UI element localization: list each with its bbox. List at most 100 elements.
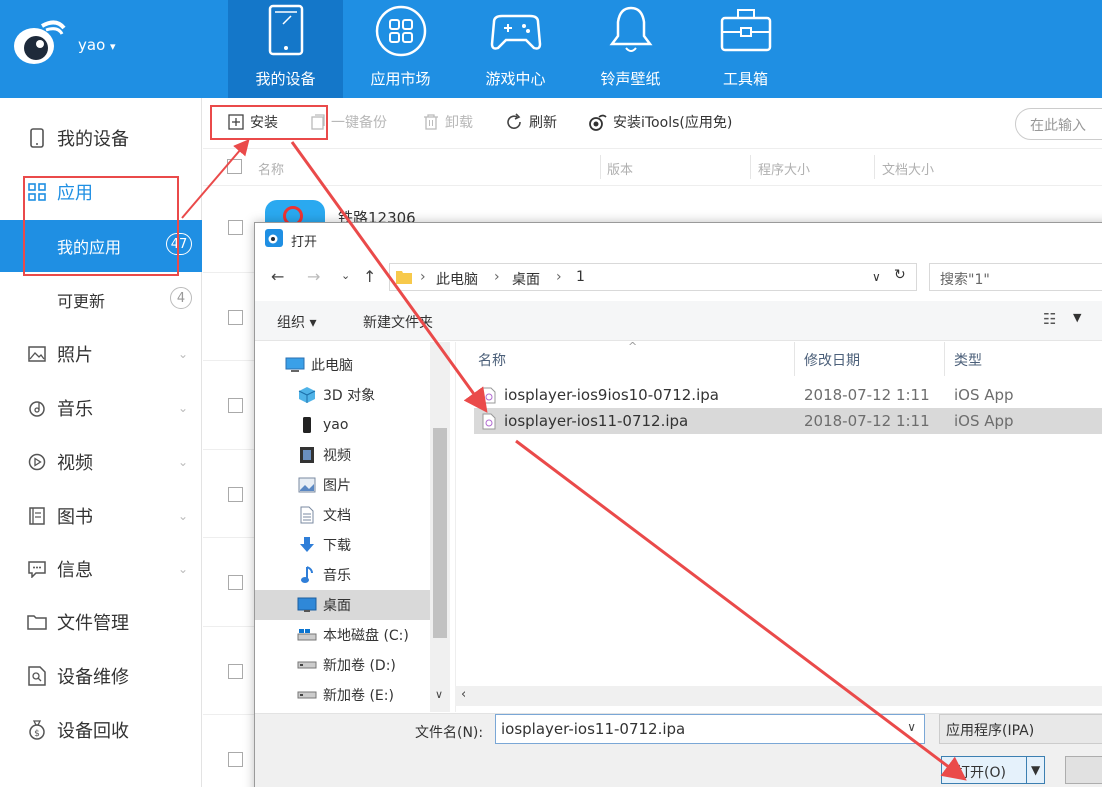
filename-input[interactable]: iosplayer-ios11-0712.ipa ∨: [495, 714, 925, 744]
row-checkbox[interactable]: [228, 575, 243, 590]
install-button[interactable]: 安装: [228, 112, 278, 132]
cancel-button[interactable]: [1065, 756, 1102, 784]
dropdown-arrow-icon[interactable]: ▼: [1031, 763, 1040, 777]
row-checkbox[interactable]: [228, 752, 243, 767]
sidebar-item-file-management[interactable]: 文件管理: [0, 598, 202, 646]
nav-toolbox[interactable]: 工具箱: [688, 0, 803, 98]
back-arrow-icon[interactable]: ←: [271, 267, 284, 286]
tree-item[interactable]: 视频: [255, 440, 430, 470]
sidebar-item-repair[interactable]: 设备维修: [0, 652, 202, 700]
sidebar-label: 我的应用: [57, 238, 122, 257]
sidebar-label: 应用: [57, 183, 93, 204]
view-options-icon[interactable]: ☷: [1043, 310, 1056, 328]
nav-app-market[interactable]: 应用市场: [343, 0, 458, 98]
uninstall-button[interactable]: 卸载: [423, 112, 473, 132]
column-header-name[interactable]: 名称: [258, 159, 284, 178]
computer-icon: [285, 357, 305, 373]
chevron-left-icon[interactable]: ‹: [461, 687, 466, 702]
sidebar-item-my-device[interactable]: 我的设备: [0, 114, 202, 162]
column-header-app-size[interactable]: 程序大小: [758, 159, 810, 178]
nav-game-center[interactable]: 游戏中心: [458, 0, 573, 98]
breadcrumb-desktop[interactable]: 桌面: [512, 269, 540, 289]
folder-icon: [396, 271, 412, 284]
tree-item[interactable]: 图片: [255, 470, 430, 500]
nav-label: 我的设备: [255, 70, 316, 88]
install-itools-button[interactable]: 安装iTools(应用免): [587, 112, 732, 132]
chevron-down-icon[interactable]: ∨: [435, 688, 443, 701]
filetype-select[interactable]: 应用程序(IPA): [939, 714, 1102, 744]
chevron-down-icon: ⌄: [177, 562, 188, 576]
select-all-checkbox[interactable]: [227, 159, 242, 174]
chevron-down-icon[interactable]: ∨: [872, 270, 881, 284]
message-icon: [27, 560, 47, 578]
tree-item[interactable]: 新加卷 (D:): [255, 650, 430, 680]
sidebar-item-books[interactable]: 图书 ⌄: [0, 492, 202, 540]
column-header-name[interactable]: 名称: [478, 350, 506, 370]
open-button[interactable]: 打开(O) ▼: [941, 756, 1045, 784]
user-menu[interactable]: yao ▾: [78, 36, 116, 54]
up-arrow-icon[interactable]: ↑: [363, 267, 376, 286]
nav-ringtones[interactable]: 铃声壁纸: [573, 0, 688, 98]
nav-my-device[interactable]: 我的设备: [228, 0, 343, 98]
open-button-label: 打开(O): [956, 765, 1006, 781]
forward-arrow-icon[interactable]: →: [307, 267, 320, 286]
row-checkbox[interactable]: [228, 310, 243, 325]
breadcrumb-folder[interactable]: 1: [576, 269, 585, 285]
backup-button[interactable]: 一键备份: [311, 112, 387, 132]
itools-logo-icon: [265, 229, 283, 247]
chevron-down-icon[interactable]: ▼: [1073, 311, 1081, 324]
sidebar-item-music[interactable]: 音乐 ⌄: [0, 384, 202, 432]
tree-item[interactable]: 下载: [255, 530, 430, 560]
video-folder-icon: [297, 446, 317, 464]
sidebar-item-my-apps[interactable]: 我的应用 47: [0, 220, 202, 272]
tree-item[interactable]: yao: [255, 410, 430, 440]
tree-item-selected[interactable]: 桌面: [255, 590, 430, 620]
column-header-doc-size[interactable]: 文档大小: [882, 159, 934, 178]
ipa-file-icon: [482, 413, 496, 430]
dialog-search-input[interactable]: 搜索"1": [929, 263, 1102, 291]
address-bar[interactable]: › 此电脑 › 桌面 › 1 ∨ ↻: [389, 263, 917, 291]
recent-chevron-icon[interactable]: ⌄: [341, 269, 350, 282]
breadcrumb-this-pc[interactable]: 此电脑: [436, 269, 478, 289]
column-header-version[interactable]: 版本: [607, 159, 633, 178]
tree-item[interactable]: 新加卷 (E:): [255, 680, 430, 710]
tree-item[interactable]: 此电脑: [255, 350, 430, 380]
count-badge: 47: [166, 233, 192, 255]
chevron-down-icon: ▾: [110, 40, 116, 53]
tree-item[interactable]: 3D 对象: [255, 380, 430, 410]
sidebar-item-apps[interactable]: 应用: [0, 168, 202, 216]
column-header-type[interactable]: 类型: [954, 350, 982, 370]
scrollbar-thumb[interactable]: [433, 428, 447, 638]
file-list-hscrollbar[interactable]: ‹: [455, 686, 1102, 706]
column-header-modified[interactable]: 修改日期: [804, 350, 860, 370]
tree-item[interactable]: 文档: [255, 500, 430, 530]
refresh-button[interactable]: 刷新: [505, 112, 557, 132]
chevron-down-icon[interactable]: ∨: [907, 720, 916, 734]
file-row-selected[interactable]: iosplayer-ios11-0712.ipa 2018-07-12 1:11…: [474, 408, 1102, 434]
row-checkbox[interactable]: [228, 487, 243, 502]
filename-label: 文件名(N):: [415, 725, 484, 741]
refresh-icon[interactable]: ↻: [894, 267, 906, 283]
folder-icon: [27, 614, 47, 630]
sidebar-item-messages[interactable]: 信息 ⌄: [0, 545, 202, 593]
sidebar-item-photos[interactable]: 照片 ⌄: [0, 330, 202, 378]
column-divider: [874, 155, 875, 179]
tree-scrollbar[interactable]: ∨: [430, 342, 450, 712]
tree-label: 音乐: [323, 568, 351, 584]
button-divider: [1026, 757, 1027, 783]
tree-item[interactable]: 本地磁盘 (C:): [255, 620, 430, 650]
sidebar-item-recycle[interactable]: $ 设备回收: [0, 706, 202, 754]
trash-icon: [424, 114, 438, 130]
search-input[interactable]: 在此输入: [1015, 108, 1102, 140]
sidebar-item-video[interactable]: 视频 ⌄: [0, 438, 202, 486]
row-checkbox[interactable]: [228, 398, 243, 413]
tree-item[interactable]: 音乐: [255, 560, 430, 590]
uninstall-label: 卸载: [445, 115, 473, 131]
apps-grid-icon: [27, 183, 47, 201]
organize-button[interactable]: 组织 ▾: [277, 312, 316, 332]
file-row[interactable]: iosplayer-ios9ios10-0712.ipa 2018-07-12 …: [474, 382, 1102, 408]
new-folder-button[interactable]: 新建文件夹: [363, 312, 433, 332]
sidebar-item-updatable[interactable]: 可更新 4: [0, 274, 202, 326]
row-checkbox[interactable]: [228, 664, 243, 679]
row-checkbox[interactable]: [228, 220, 243, 235]
